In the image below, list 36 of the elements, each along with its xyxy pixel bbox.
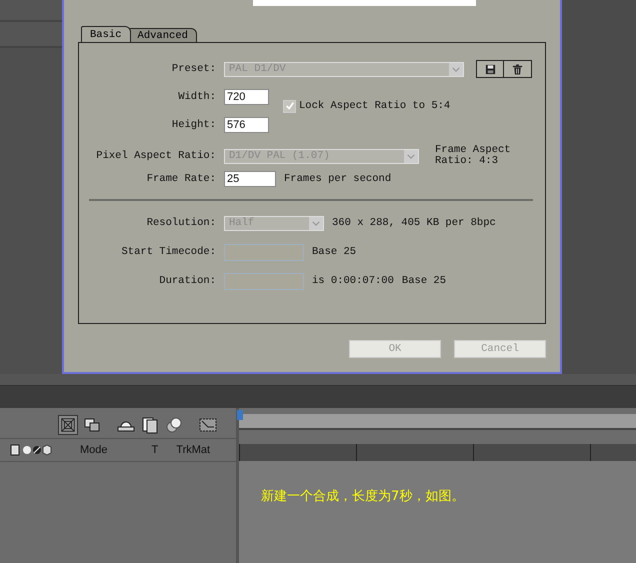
field-label: Height: (170, 119, 216, 131)
field-label: Duration: (158, 275, 216, 287)
base-text: Base 25 (312, 246, 356, 258)
frame-rate-field[interactable]: 25 (224, 171, 276, 187)
field-label: Start Timecode: (120, 246, 216, 258)
tab[interactable]: Advanced (128, 28, 197, 42)
height-field[interactable]: 576 (224, 117, 269, 133)
checkbox-label: Lock Aspect Ratio to 5:4 (299, 100, 450, 112)
field-label: Width: (177, 91, 216, 103)
caret-icon (449, 62, 463, 76)
trash-icon (512, 64, 523, 74)
save-button[interactable] (476, 60, 504, 78)
frame-icon[interactable] (58, 415, 78, 435)
caret-icon (309, 216, 323, 230)
column-header: TrkMat (176, 444, 210, 456)
composition-name-field[interactable] (253, 0, 476, 6)
playhead-marker[interactable] (237, 410, 243, 420)
unit-text: Frames per second (284, 173, 392, 185)
field-label: Preset: (170, 63, 216, 75)
duration-text: is 0:00:07:00 (312, 275, 394, 287)
caret-icon (404, 150, 418, 162)
tab[interactable]: Basic (81, 26, 131, 42)
frame-aspect-text: Frame Aspect Ratio: 4:3 (435, 145, 512, 167)
resolution-info: 360 x 288, 405 KB per 8bpc (332, 217, 496, 229)
column-header: T (152, 444, 158, 456)
field-label: Pixel Aspect Ratio: (95, 150, 216, 162)
checkbox[interactable] (283, 100, 296, 112)
delete-button[interactable] (504, 60, 532, 78)
base-text: Base 25 (402, 275, 446, 287)
film-frames-icon[interactable] (140, 415, 160, 435)
caption-text: 新建一个合成，长度为7秒，如图。 (261, 489, 464, 504)
width-field[interactable]: 720 (224, 89, 269, 105)
field-label: Frame Rate: (146, 173, 216, 185)
spheres-icon[interactable] (164, 415, 184, 435)
field-label: Resolution: (146, 217, 216, 229)
column-header: Mode (80, 444, 108, 456)
